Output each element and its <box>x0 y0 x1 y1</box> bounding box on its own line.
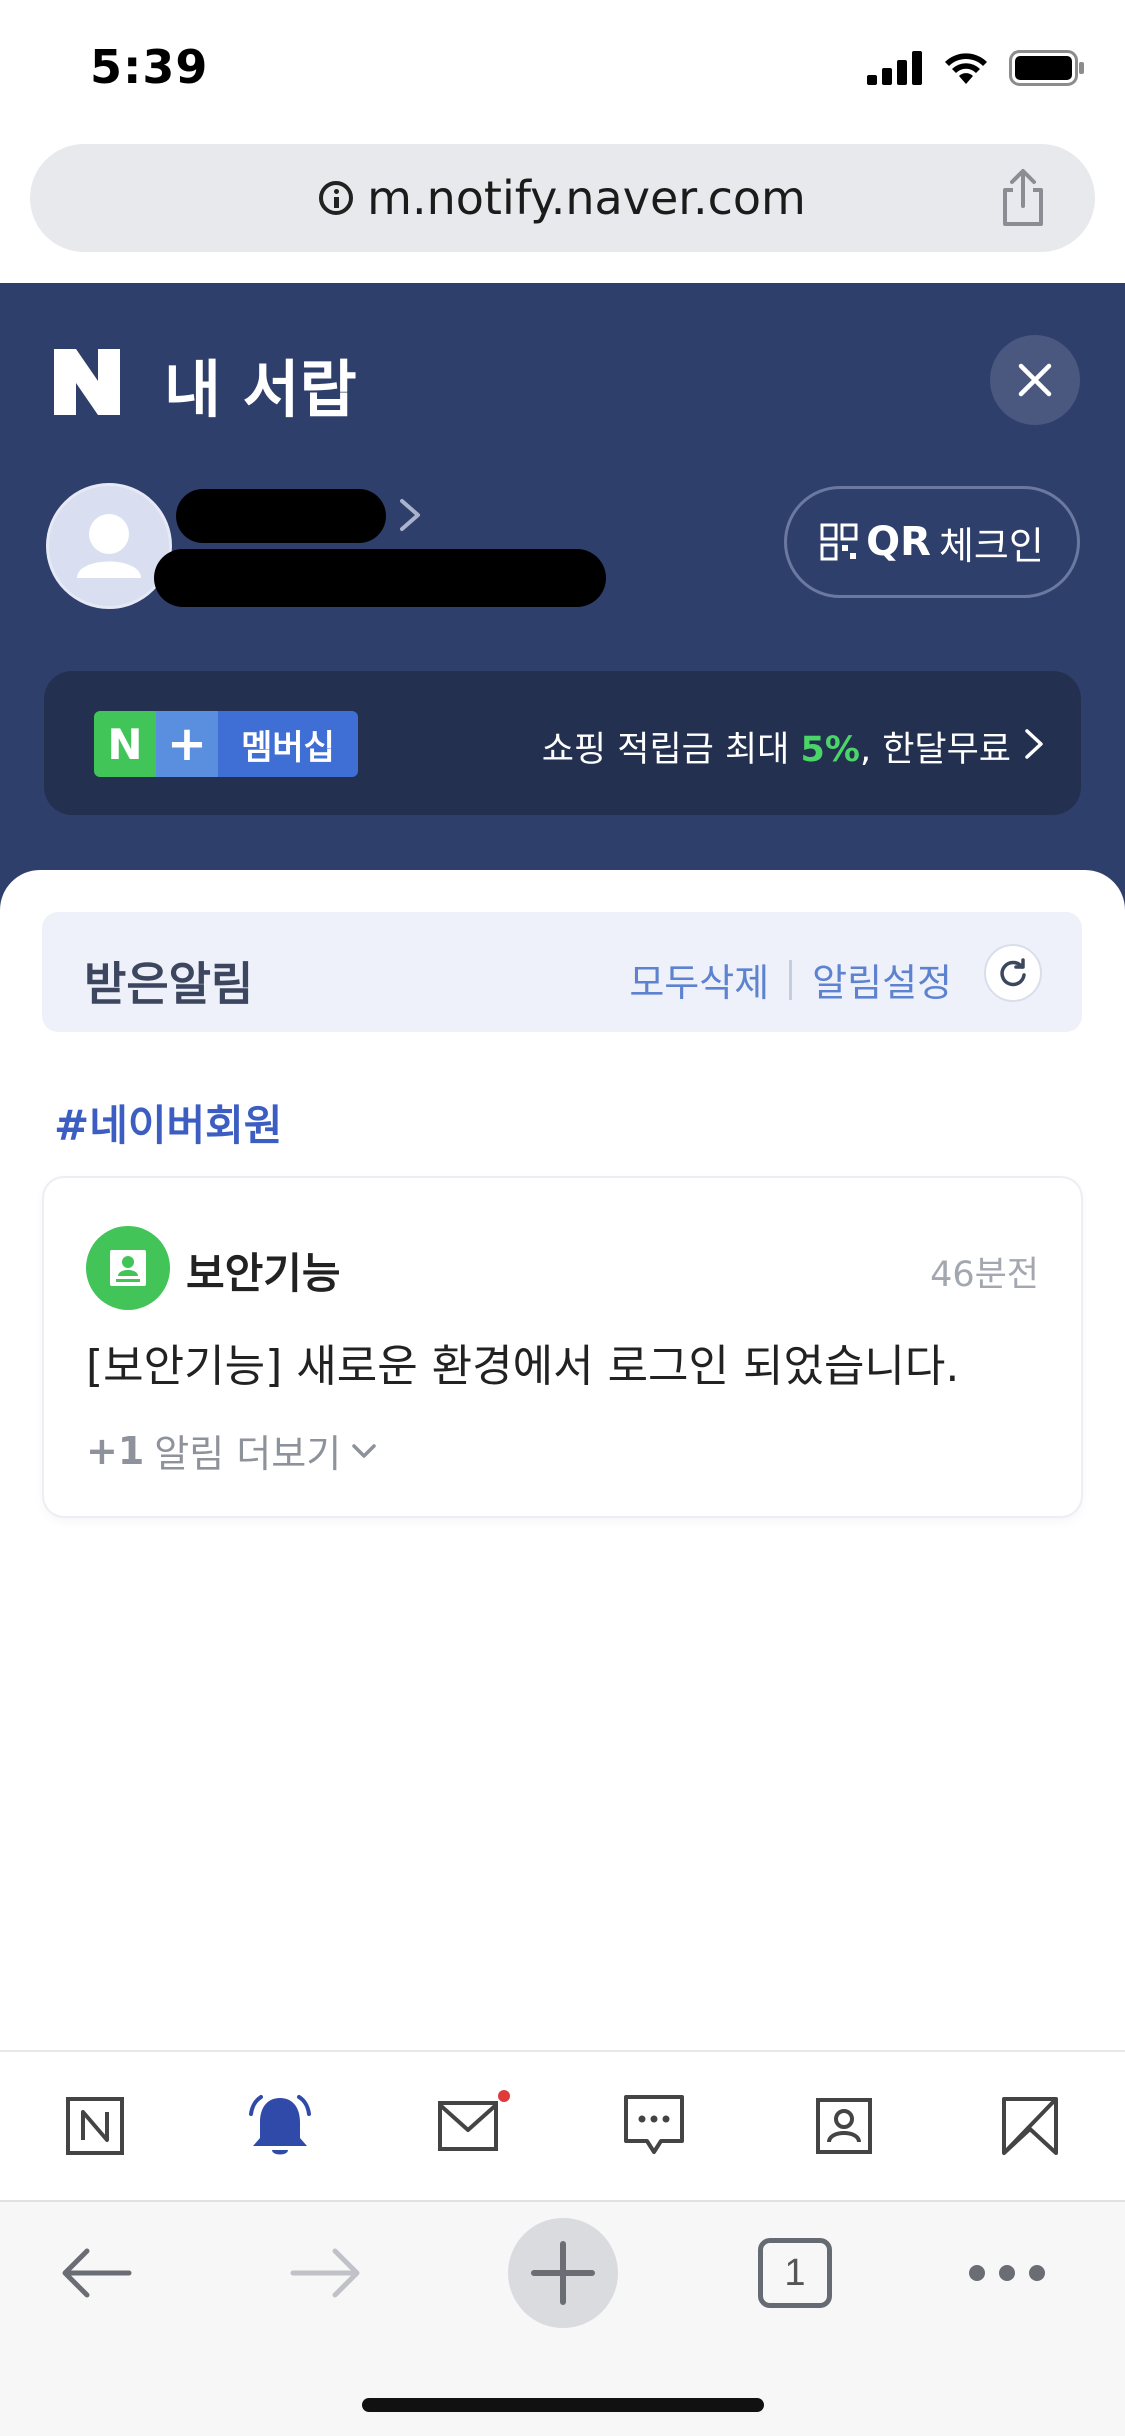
bookmark-icon <box>1002 2097 1058 2155</box>
battery-icon <box>1009 50 1084 86</box>
naver-home-icon <box>66 2097 124 2155</box>
notification-title: 받은알림 <box>84 957 254 1011</box>
notification-source: 보안기능 <box>186 1249 341 1298</box>
membership-promo: 쇼핑 적립금 최대 5%, 한달무료 <box>542 721 1011 772</box>
notification-message: [보안기능] 새로운 환경에서 로그인 되었습니다. <box>86 1341 960 1392</box>
wifi-icon <box>945 53 987 84</box>
mail-icon <box>438 2101 498 2151</box>
nav-mail[interactable] <box>432 2090 510 2162</box>
membership-banner[interactable]: N + 멤버십 쇼핑 적립금 최대 5%, 한달무료 <box>44 671 1081 815</box>
contacts-icon <box>816 2098 872 2154</box>
forward-button[interactable] <box>286 2238 366 2308</box>
user-silhouette-icon <box>77 514 141 578</box>
security-icon <box>86 1226 170 1310</box>
nav-naver-home[interactable] <box>59 2090 131 2162</box>
notification-time: 46분전 <box>930 1255 1039 1295</box>
talk-icon <box>624 2095 684 2154</box>
show-more-button[interactable]: +1 알림 더보기 <box>86 1423 377 1478</box>
status-icons <box>867 48 1085 88</box>
url-text: m.notify.naver.com <box>367 171 806 225</box>
status-bar: 5:39 <box>0 0 1125 135</box>
notification-header: 받은알림 모두삭제 알림설정 <box>42 912 1082 1032</box>
id-card-icon <box>110 1250 146 1286</box>
promo-suffix: , 한달무료 <box>859 730 1011 770</box>
signal-icon <box>867 51 922 85</box>
drawer-title: 내 서랍 <box>164 353 357 426</box>
qr-checkin-button[interactable]: QR 체크인 <box>784 486 1080 598</box>
app-bottom-nav <box>0 2050 1125 2200</box>
redacted-email <box>154 549 606 607</box>
redacted-username <box>176 489 386 543</box>
drawer-header: 내 서랍 QR 체크인 N + 멤버십 쇼핑 적립금 최대 5%, 한달무료 <box>0 283 1125 923</box>
nav-notifications[interactable] <box>244 2090 316 2162</box>
membership-badge-text: 멤버십 <box>218 711 358 777</box>
tab-count: 1 <box>784 2251 806 2294</box>
more-button[interactable] <box>964 2248 1050 2298</box>
nav-bookmark[interactable] <box>994 2090 1066 2162</box>
membership-badge-plus: + <box>156 711 218 777</box>
more-count: +1 <box>86 1428 145 1473</box>
new-tab-button[interactable] <box>508 2218 618 2328</box>
tabs-button[interactable]: 1 <box>758 2238 832 2308</box>
new-tab-icon <box>531 2241 595 2305</box>
address-bar[interactable]: m.notify.naver.com <box>30 144 1095 252</box>
chevron-down-icon <box>352 1443 376 1458</box>
naver-logo <box>54 349 120 415</box>
chevron-right-icon <box>1025 729 1043 759</box>
close-icon <box>1018 363 1052 397</box>
membership-badge: N + 멤버십 <box>94 711 358 777</box>
share-icon[interactable] <box>991 166 1055 230</box>
back-button[interactable] <box>56 2238 136 2308</box>
back-icon <box>62 2248 132 2298</box>
more-icon <box>969 2265 1045 2281</box>
notification-sheet: 받은알림 모두삭제 알림설정 #네이버회원 보안기능 46분전 [보안기능] 새… <box>0 870 1125 2050</box>
refresh-icon <box>1000 958 1026 987</box>
qr-label: 체크인 <box>938 523 1044 568</box>
notification-card[interactable]: 보안기능 46분전 [보안기능] 새로운 환경에서 로그인 되었습니다. +1 … <box>44 1178 1081 1516</box>
notification-actions: 모두삭제 알림설정 <box>629 952 952 1007</box>
qr-code-icon <box>820 523 858 561</box>
promo-prefix: 쇼핑 적립금 최대 <box>541 730 801 770</box>
promo-highlight: 5% <box>800 730 860 770</box>
forward-icon <box>290 2248 360 2298</box>
info-icon[interactable] <box>319 181 354 215</box>
qr-label-bold: QR <box>866 519 931 565</box>
actions-divider <box>789 959 793 1000</box>
delete-all-button[interactable]: 모두삭제 <box>629 952 769 1007</box>
status-time: 5:39 <box>90 40 209 94</box>
url-display[interactable]: m.notify.naver.com <box>30 144 1095 252</box>
more-label: 알림 더보기 <box>154 1432 342 1476</box>
notification-settings-button[interactable]: 알림설정 <box>812 952 952 1007</box>
close-button[interactable] <box>990 335 1080 425</box>
avatar[interactable] <box>46 483 172 609</box>
group-tag[interactable]: #네이버회원 <box>54 1092 282 1153</box>
bell-icon <box>249 2095 311 2155</box>
nav-contacts[interactable] <box>808 2090 880 2162</box>
nav-talk[interactable] <box>618 2090 690 2162</box>
mail-unread-dot <box>498 2090 510 2102</box>
profile-chevron-icon[interactable] <box>396 495 426 535</box>
refresh-button[interactable] <box>984 944 1042 1002</box>
membership-badge-n: N <box>94 711 156 777</box>
home-indicator <box>362 2398 764 2412</box>
